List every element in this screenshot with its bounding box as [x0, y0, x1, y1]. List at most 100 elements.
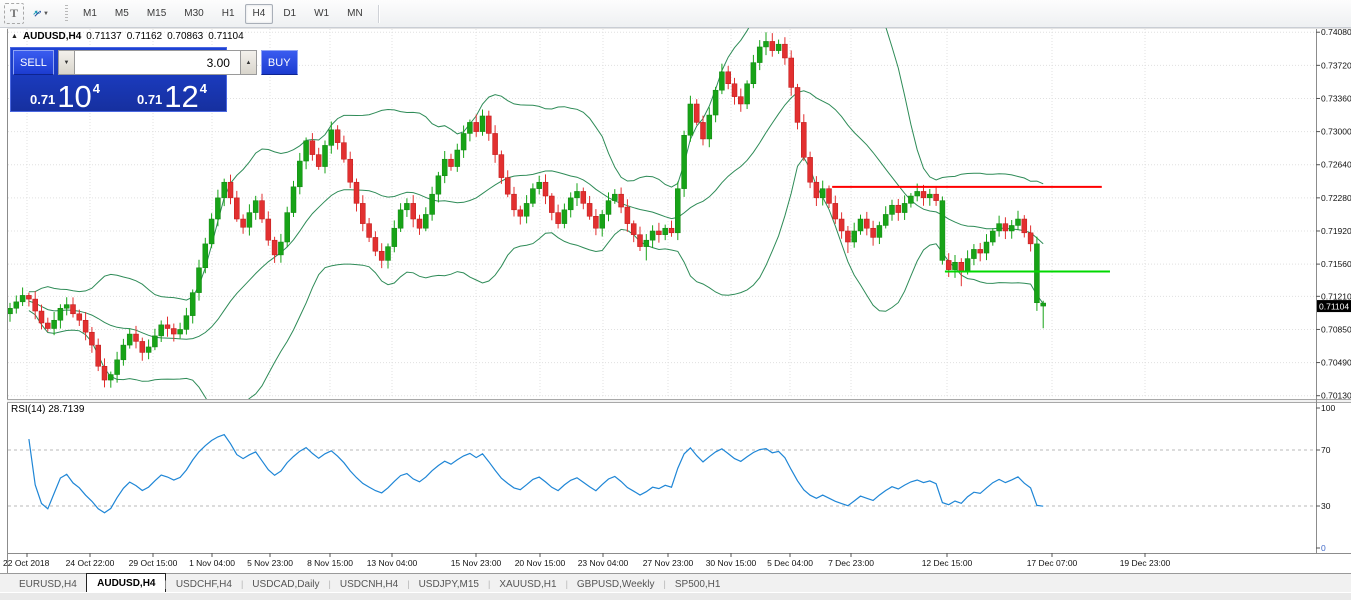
candle-body	[549, 196, 554, 213]
buy-button[interactable]: BUY	[261, 50, 298, 75]
candle-body	[58, 308, 63, 320]
chart-tab-usdjpy-m15[interactable]: USDJPY,M15	[408, 575, 490, 593]
chart-tab-audusd-h4[interactable]: AUDUSD,H4	[86, 573, 166, 593]
candle-body	[253, 201, 258, 213]
candle-body	[776, 44, 781, 50]
candle-body	[77, 314, 82, 320]
timeframe-button-m1[interactable]: M1	[75, 4, 105, 24]
candle-body	[379, 251, 384, 260]
candle-body	[631, 224, 636, 235]
time-axis-label: 29 Oct 15:00	[129, 558, 178, 568]
chart-tab-sp500-h1[interactable]: SP500,H1	[664, 575, 732, 593]
price-axis-label: 0.71210	[1321, 291, 1351, 301]
candle-body	[121, 345, 126, 360]
sell-price-pips: 10	[57, 81, 91, 112]
timeframe-button-w1[interactable]: W1	[306, 4, 337, 24]
timeframe-button-mn[interactable]: MN	[339, 4, 371, 24]
candle-body	[789, 58, 794, 87]
candle-body	[871, 228, 876, 237]
time-axis-label: 15 Nov 23:00	[451, 558, 502, 568]
chart-tab-eurusd-h4[interactable]: EURUSD,H4	[8, 575, 88, 593]
candle-body	[997, 224, 1002, 231]
price-axis-label: 0.73720	[1321, 60, 1351, 70]
candle-body	[197, 268, 202, 293]
candle-body	[908, 196, 913, 203]
candle-body	[392, 228, 397, 246]
buy-price-display[interactable]: 0.71 12 4	[120, 76, 224, 112]
sell-price-display[interactable]: 0.71 10 4	[13, 76, 117, 112]
candle-body	[732, 84, 737, 97]
ohlc-high: 0.71162	[127, 31, 162, 42]
timeframe-button-m15[interactable]: M15	[139, 4, 174, 24]
toolbar-drag-handle[interactable]	[65, 5, 68, 22]
chart-tab-xauusd-h1[interactable]: XAUUSD,H1	[488, 575, 567, 593]
candle-body	[1028, 233, 1033, 244]
volume-decrease-button[interactable]: ▼	[58, 50, 75, 75]
candle-body	[404, 203, 409, 209]
candle-body	[833, 203, 838, 219]
candle-body	[83, 320, 88, 332]
candle-body	[505, 178, 510, 195]
timeframe-button-h4[interactable]: H4	[245, 4, 274, 24]
candle-body	[493, 133, 498, 154]
candle-body	[297, 161, 302, 187]
chart-tab-usdcnh-h4[interactable]: USDCNH,H4	[329, 575, 409, 593]
chart-tab-usdchf-h4[interactable]: USDCHF,H4	[165, 575, 243, 593]
candle-body	[707, 115, 712, 139]
candle-body	[827, 189, 832, 204]
candle-body	[20, 295, 25, 301]
candle-body	[946, 260, 951, 269]
candle-body	[165, 325, 170, 329]
cursor-arrows-button[interactable]: ▼	[26, 3, 56, 24]
candle-body	[190, 293, 195, 316]
candle-body	[612, 194, 617, 200]
candle-body	[852, 231, 857, 242]
timeframe-button-m30[interactable]: M30	[176, 4, 211, 24]
candle-body	[89, 332, 94, 345]
timeframe-button-d1[interactable]: D1	[275, 4, 304, 24]
ohlc-open: 0.71137	[86, 31, 121, 42]
candle-body	[858, 219, 863, 231]
candle-body	[934, 194, 939, 200]
volume-stepper: ▼ ▲	[58, 50, 257, 75]
candle-body	[329, 130, 334, 146]
candle-body	[751, 63, 756, 84]
time-axis-label: 13 Nov 04:00	[367, 558, 418, 568]
candle-body	[33, 299, 38, 311]
candle-body	[864, 219, 869, 228]
candle-body	[518, 210, 523, 216]
candle-body	[713, 90, 718, 115]
text-tool-button[interactable]: T	[4, 3, 24, 24]
chart-tab-usdcad-daily[interactable]: USDCAD,Daily	[241, 575, 330, 593]
volume-input[interactable]	[75, 50, 240, 75]
candle-body	[782, 44, 787, 58]
candle-body	[669, 228, 674, 233]
candle-body	[701, 122, 706, 139]
volume-increase-button[interactable]: ▲	[240, 50, 257, 75]
candle-body	[266, 219, 271, 240]
candle-body	[638, 235, 643, 247]
chart-tab-gbpusd-weekly[interactable]: GBPUSD,Weekly	[566, 575, 666, 593]
candle-body	[990, 231, 995, 242]
candle-body	[430, 194, 435, 214]
candle-body	[902, 203, 907, 212]
candle-body	[272, 240, 277, 255]
candle-body	[915, 191, 920, 196]
candle-body	[1016, 219, 1021, 225]
candle-body	[512, 194, 517, 210]
candle-body	[600, 214, 605, 228]
candle-body	[45, 323, 50, 329]
symbol-period-label: AUDUSD,H4	[23, 31, 81, 42]
candle-body	[348, 159, 353, 182]
time-axis-label: 8 Nov 15:00	[307, 558, 353, 568]
timeframe-button-h1[interactable]: H1	[214, 4, 243, 24]
candle-body	[455, 150, 460, 167]
sell-price-point: 4	[93, 81, 100, 96]
timeframe-button-m5[interactable]: M5	[107, 4, 137, 24]
sell-button[interactable]: SELL	[13, 50, 54, 75]
candle-body	[209, 219, 214, 244]
one-click-trading-panel: SELL ▼ ▲ BUY 0.71 10 4 0.71 12 4	[10, 47, 227, 112]
candle-body	[467, 122, 472, 133]
candle-body	[543, 182, 548, 196]
time-axis-label: 27 Nov 23:00	[643, 558, 694, 568]
